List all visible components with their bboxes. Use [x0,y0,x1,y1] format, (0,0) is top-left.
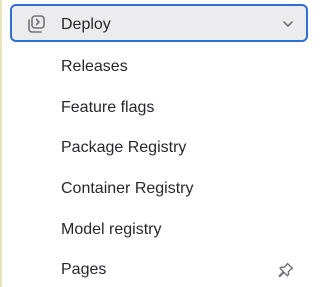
nav-item-label: Feature flags [61,98,155,116]
nav-item-model-registry[interactable]: Model registry [2,209,320,250]
nav-item-label: Releases [61,58,128,75]
chevron-down-icon [283,21,293,27]
nav-item-container-registry[interactable]: Container Registry [2,168,320,209]
nav-item-label: Pages [61,261,107,279]
nav-item-feature-flags[interactable]: Feature flags [2,87,320,128]
deploy-section-toggle[interactable]: Deploy [10,4,308,42]
nav-item-label: Container Registry [61,180,194,198]
thumbtack-icon[interactable] [277,261,295,279]
section-label: Deploy [61,16,111,33]
nav-item-releases[interactable]: Releases [2,46,320,87]
deploy-icon [28,15,45,33]
nav-panel: Deploy Releases Feature flags Package Re… [0,0,319,287]
deploy-submenu: Releases Feature flags Package Registry … [2,46,320,287]
nav-item-pages[interactable]: Pages [2,249,320,287]
nav-item-label: Package Registry [61,139,187,157]
nav-item-package-registry[interactable]: Package Registry [2,127,320,168]
nav-item-label: Model registry [61,220,162,238]
